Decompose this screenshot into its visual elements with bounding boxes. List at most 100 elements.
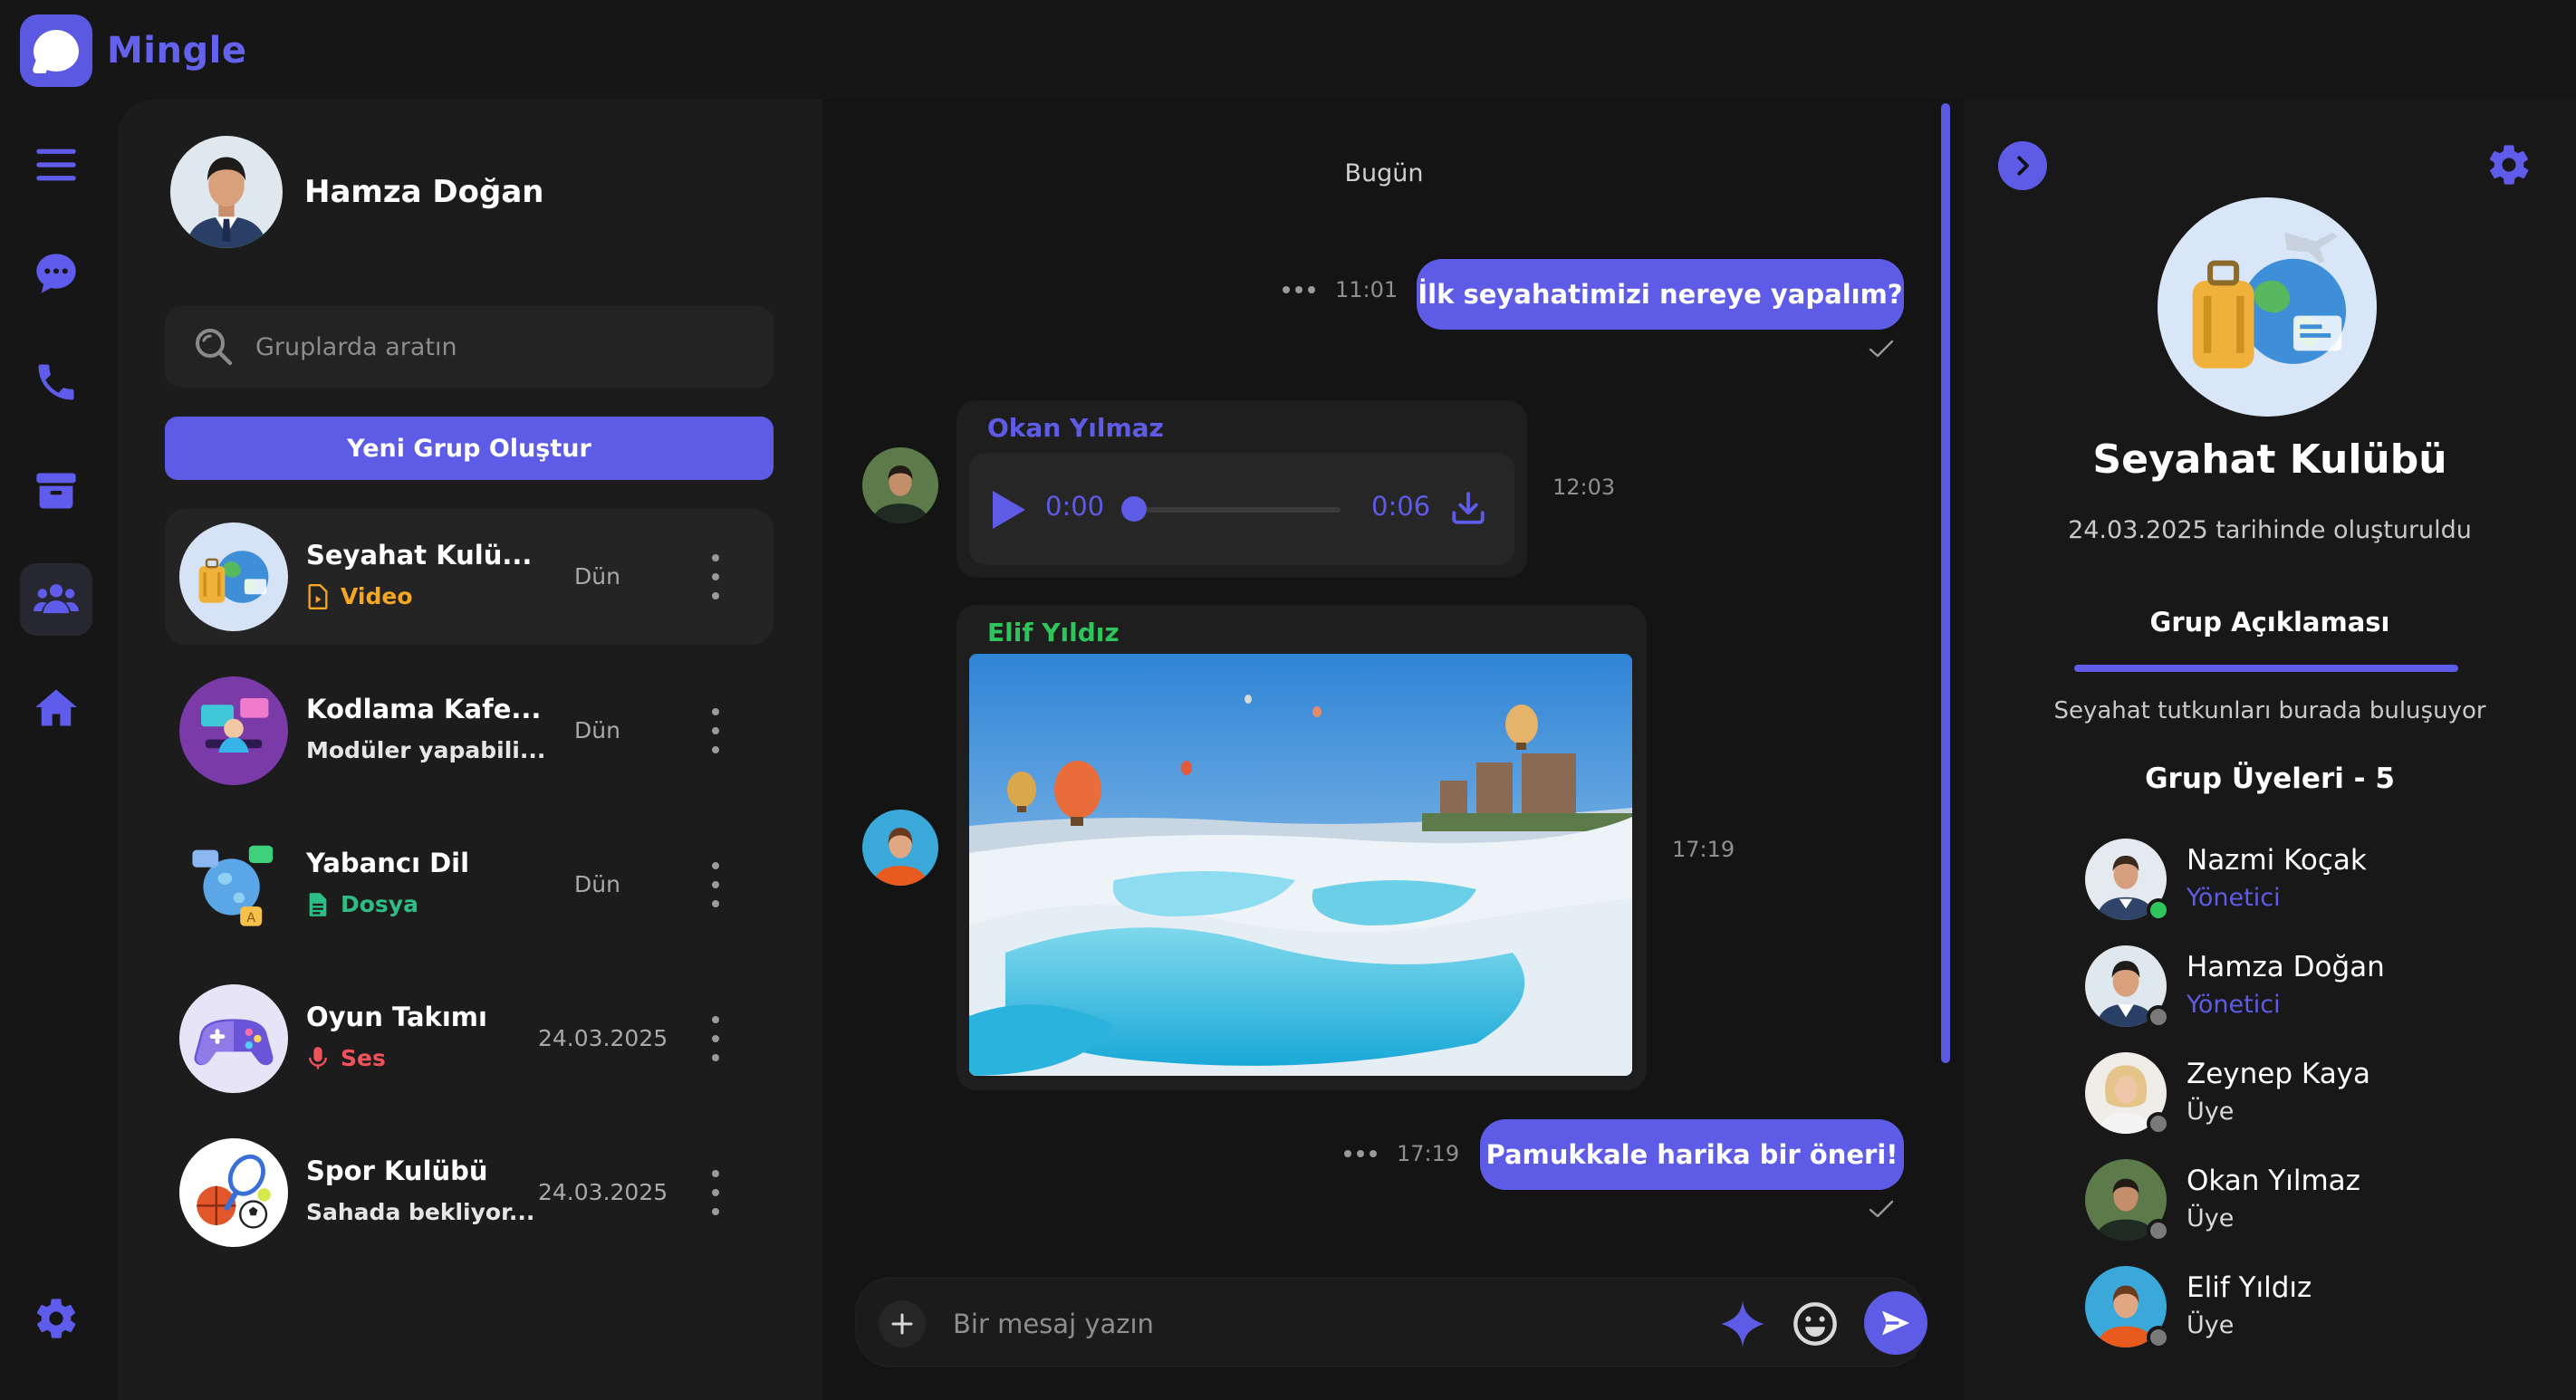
group-time: Dün [574, 717, 620, 743]
play-icon[interactable] [993, 491, 1025, 529]
search-icon [196, 329, 233, 366]
list-item[interactable]: Seyahat Kulü... Video Dün [165, 509, 774, 645]
more-options-icon[interactable] [706, 1170, 725, 1215]
group-name: Spor Kulübü [306, 1155, 488, 1186]
group-avatar [2158, 197, 2377, 417]
app-name: Mingle [107, 30, 247, 72]
archive-icon[interactable] [20, 455, 92, 527]
phone-icon[interactable] [20, 346, 92, 418]
list-item[interactable]: Oyun Takımı Ses 24.03.2025 [165, 971, 774, 1107]
emoji-icon[interactable] [1792, 1300, 1839, 1347]
message-composer [855, 1277, 1927, 1367]
list-item[interactable]: Kodlama Kafe... Modüler yapabili... Dün [165, 663, 774, 799]
member-role: Yönetici [2187, 991, 2281, 1019]
list-item[interactable]: A Yabancı Dil Dosya Dün [165, 817, 774, 953]
member-item[interactable]: Okan Yılmaz Üye [2085, 1155, 2538, 1242]
chevron-right-icon [2017, 156, 2029, 176]
settings-icon[interactable] [20, 1282, 92, 1355]
new-group-button[interactable]: Yeni Grup Oluştur [165, 417, 774, 480]
message-time: 17:19 [1397, 1141, 1460, 1166]
incoming-image-message: Elif Yıldız [956, 605, 1647, 1090]
ai-sparkle-icon[interactable] [1717, 1299, 1768, 1349]
offline-status-indicator [2147, 1326, 2170, 1349]
svg-text:A: A [246, 911, 255, 925]
home-icon[interactable] [20, 672, 92, 744]
member-name: Hamza Doğan [2187, 951, 2385, 983]
member-role: Üye [2187, 1204, 2235, 1232]
more-options-icon[interactable] [706, 708, 725, 753]
chat-area: Bugün 11:01 İlk seyahatimizi nereye yapa… [821, 100, 1964, 1400]
gear-icon[interactable] [2485, 141, 2533, 188]
avatar[interactable] [862, 447, 938, 523]
search-input[interactable] [255, 332, 726, 361]
day-separator: Bugün [1344, 159, 1424, 187]
attach-plus-icon[interactable] [879, 1300, 926, 1347]
member-item[interactable]: Zeynep Kaya Üye [2085, 1049, 2538, 1136]
message-options-icon[interactable] [1283, 286, 1315, 293]
avatar: A [179, 830, 288, 939]
group-created-date: 24.03.2025 tarihinde oluşturuldu [2068, 516, 2472, 544]
online-status-indicator [2147, 898, 2170, 922]
more-options-icon[interactable] [706, 554, 725, 599]
last-message-text: Video [341, 583, 413, 609]
app-brand[interactable]: Mingle [20, 14, 246, 87]
shared-photo[interactable] [969, 654, 1632, 1076]
sender-name: Okan Yılmaz [987, 413, 1164, 443]
group-info-panel: Seyahat Kulübü 24.03.2025 tarihinde oluş… [1964, 100, 2576, 1400]
avatar[interactable] [862, 810, 938, 886]
group-last-message: Ses [306, 1045, 386, 1071]
avatar [179, 1138, 288, 1247]
more-options-icon[interactable] [706, 1016, 725, 1061]
offline-status-indicator [2147, 1219, 2170, 1242]
group-name: Oyun Takımı [306, 1002, 487, 1032]
avatar [179, 523, 288, 631]
last-message-text: Ses [341, 1045, 386, 1071]
group-last-message: Sahada bekliyor... [306, 1199, 534, 1225]
outgoing-message[interactable]: Pamukkale harika bir öneri! [1480, 1119, 1904, 1190]
group-time: 24.03.2025 [538, 1025, 668, 1051]
tab-underline [2074, 665, 2458, 672]
group-name: Kodlama Kafe... [306, 694, 542, 724]
message-meta: 11:01 [1283, 277, 1398, 302]
audio-player: 0:00 0:06 [969, 453, 1514, 565]
group-last-message: Modüler yapabili... [306, 737, 545, 763]
menu-icon[interactable] [20, 129, 92, 201]
icon-rail [0, 100, 118, 1400]
outgoing-message[interactable]: İlk seyahatimizi nereye yapalım? [1417, 259, 1904, 330]
list-item[interactable]: Spor Kulübü Sahada bekliyor... 24.03.202… [165, 1125, 774, 1261]
audio-progress-handle[interactable] [1121, 496, 1147, 522]
member-name: Nazmi Koçak [2187, 844, 2367, 877]
chat-icon[interactable] [20, 237, 92, 310]
groups-icon[interactable] [20, 563, 92, 636]
avatar [170, 136, 283, 248]
message-time: 17:19 [1672, 837, 1735, 862]
read-check-icon [1869, 340, 1894, 358]
more-options-icon[interactable] [706, 862, 725, 907]
member-name: Elif Yıldız [2187, 1271, 2312, 1304]
document-icon [309, 892, 327, 916]
user-profile[interactable]: Hamza Doğan [170, 136, 543, 248]
user-name: Hamza Doğan [304, 174, 544, 210]
member-item[interactable]: Nazmi Koçak Yönetici [2085, 835, 2538, 922]
message-meta: 17:19 [1344, 1141, 1459, 1166]
app-logo-icon [20, 14, 92, 87]
chat-scrollbar[interactable] [1941, 103, 1950, 1063]
group-members-title: Grup Üyeleri - 5 [2145, 762, 2395, 795]
microphone-icon [309, 1046, 327, 1069]
tab-group-description[interactable]: Grup Açıklaması [1964, 607, 2576, 638]
last-message-text: Sahada bekliyor... [306, 1199, 535, 1225]
send-button[interactable] [1864, 1291, 1927, 1355]
group-name: Seyahat Kulü... [306, 540, 533, 571]
group-last-message: Dosya [306, 891, 418, 917]
member-role: Üye [2187, 1311, 2235, 1339]
group-search [165, 306, 774, 388]
member-item[interactable]: Hamza Doğan Yönetici [2085, 942, 2538, 1029]
audio-progress-track[interactable] [1129, 507, 1341, 513]
download-icon[interactable] [1449, 489, 1487, 527]
group-list: Seyahat Kulü... Video Dün Kodlama Kafe..… [165, 509, 774, 1279]
member-item[interactable]: Elif Yıldız Üye [2085, 1262, 2538, 1349]
collapse-panel-button[interactable] [1998, 141, 2047, 190]
avatar [179, 676, 288, 785]
message-input[interactable] [953, 1304, 1641, 1344]
message-options-icon[interactable] [1344, 1150, 1377, 1157]
